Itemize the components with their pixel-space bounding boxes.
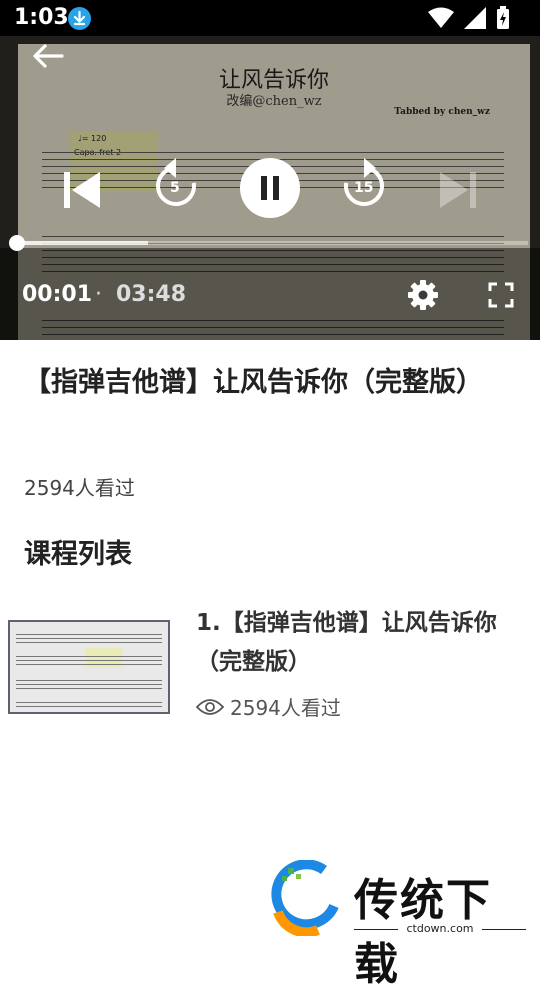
video-player[interactable]: 让风告诉你 改编@chen_wz Tabbed by chen_wz ♩= 12… [0,36,540,340]
fullscreen-button[interactable] [488,282,514,308]
skip-next-icon [440,172,476,208]
video-title: 【指弹吉他谱】让风告诉你（完整版） [24,367,483,398]
skip-previous-icon [64,172,100,208]
previous-button[interactable] [62,168,102,212]
rewind-button[interactable]: 5 [152,158,202,214]
forward-seconds: 15 [354,180,374,196]
gear-icon [408,280,438,310]
status-bar: 1:03 [0,0,540,36]
course-thumbnail [8,620,170,714]
settings-button[interactable] [406,278,440,312]
pause-button[interactable] [240,158,300,218]
status-time: 1:03 [14,5,69,30]
course-list-item[interactable]: 1.【指弹吉他谱】让风告诉你（完整版） 2594人看过 [0,604,540,724]
time-separator: · [95,282,102,307]
seek-bar[interactable] [8,235,528,251]
course-item-title[interactable]: 1.【指弹吉他谱】让风告诉你（完整版） [196,604,526,682]
rewind-seconds: 5 [170,180,180,196]
next-button[interactable] [438,168,478,212]
status-icons [428,6,510,30]
fullscreen-icon [488,282,514,308]
signal-icon [464,7,486,29]
eye-icon [196,698,224,715]
watermark-logo-icon [271,860,339,936]
course-item-views: 2594人看过 [196,692,341,721]
course-list-heading: 课程列表 [24,539,132,570]
course-item-view-count: 2594人看过 [230,696,341,720]
view-count: 2594人看过 [24,476,135,500]
seek-thumb[interactable] [8,235,25,251]
back-arrow-icon[interactable] [30,41,66,71]
current-time: 00:01 [22,282,93,307]
watermark: 传统下载 ctdown.com [268,860,528,990]
seek-buffer [14,241,148,245]
battery-charging-icon [497,6,509,29]
total-time: 03:48 [116,282,187,307]
download-notification-icon [68,7,91,30]
pause-icon [261,176,279,200]
forward-button[interactable]: 15 [338,158,388,214]
wifi-icon [428,7,454,28]
